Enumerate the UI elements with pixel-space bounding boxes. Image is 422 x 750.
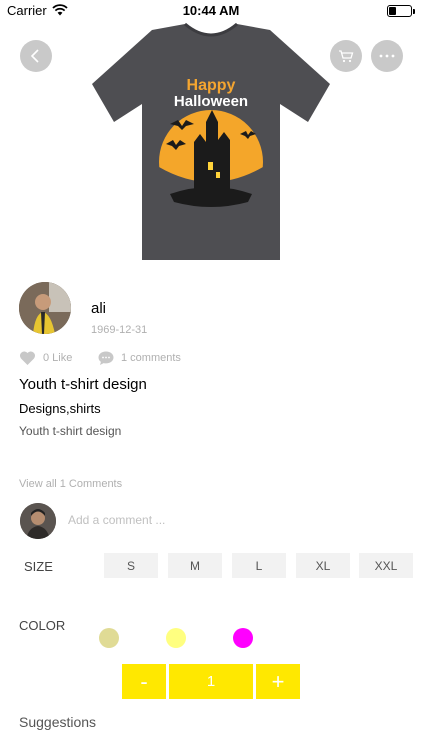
- current-user-photo: [20, 503, 56, 539]
- quantity-value: 1: [169, 664, 253, 699]
- size-label: SIZE: [24, 559, 53, 574]
- author-name[interactable]: ali: [91, 300, 106, 317]
- back-button[interactable]: [20, 40, 52, 72]
- size-option-m[interactable]: M: [168, 553, 222, 578]
- ellipsis-icon: [379, 54, 395, 58]
- tshirt-text-line1: Happy: [187, 77, 236, 94]
- heart-icon[interactable]: [19, 350, 36, 366]
- more-button[interactable]: [371, 40, 403, 72]
- post-title: Youth t-shirt design: [19, 376, 147, 393]
- post-tags: Designs,shirts: [19, 401, 101, 416]
- size-option-s[interactable]: S: [104, 553, 158, 578]
- post-description: Youth t-shirt design: [19, 424, 122, 438]
- increase-quantity-button[interactable]: +: [256, 664, 300, 699]
- color-label: COLOR: [19, 618, 66, 633]
- size-option-l[interactable]: L: [232, 553, 286, 578]
- color-swatch-khaki[interactable]: [99, 628, 119, 648]
- quantity-stepper: - 1 +: [122, 664, 300, 699]
- tshirt-text-line2: Halloween: [174, 93, 248, 110]
- size-option-xxl[interactable]: XXL: [359, 553, 413, 578]
- post-date: 1969-12-31: [91, 324, 148, 336]
- decrease-quantity-button[interactable]: -: [122, 664, 166, 699]
- suggestions-heading: Suggestions: [19, 714, 97, 730]
- author-avatar[interactable]: [19, 282, 71, 334]
- view-all-comments-link[interactable]: View all 1 Comments: [19, 478, 122, 490]
- like-count: 0 Like: [43, 352, 73, 364]
- color-swatch-yellow[interactable]: [166, 628, 186, 648]
- comment-input[interactable]: [68, 510, 398, 530]
- product-hero: Happy Halloween: [0, 22, 422, 272]
- status-bar: Carrier 10:44 AM: [0, 0, 422, 22]
- color-swatch-magenta[interactable]: [233, 628, 253, 648]
- size-option-xl[interactable]: XL: [296, 553, 350, 578]
- cart-icon: [339, 50, 354, 63]
- author-photo: [19, 282, 71, 334]
- comment-icon[interactable]: [97, 350, 115, 366]
- product-image[interactable]: Happy Halloween: [90, 22, 332, 262]
- cart-button[interactable]: [330, 40, 362, 72]
- clock: 10:44 AM: [182, 3, 240, 18]
- battery-icon: [387, 5, 415, 17]
- current-user-avatar: [20, 503, 56, 539]
- chevron-left-icon: [30, 49, 39, 63]
- comment-count: 1 comments: [121, 352, 181, 364]
